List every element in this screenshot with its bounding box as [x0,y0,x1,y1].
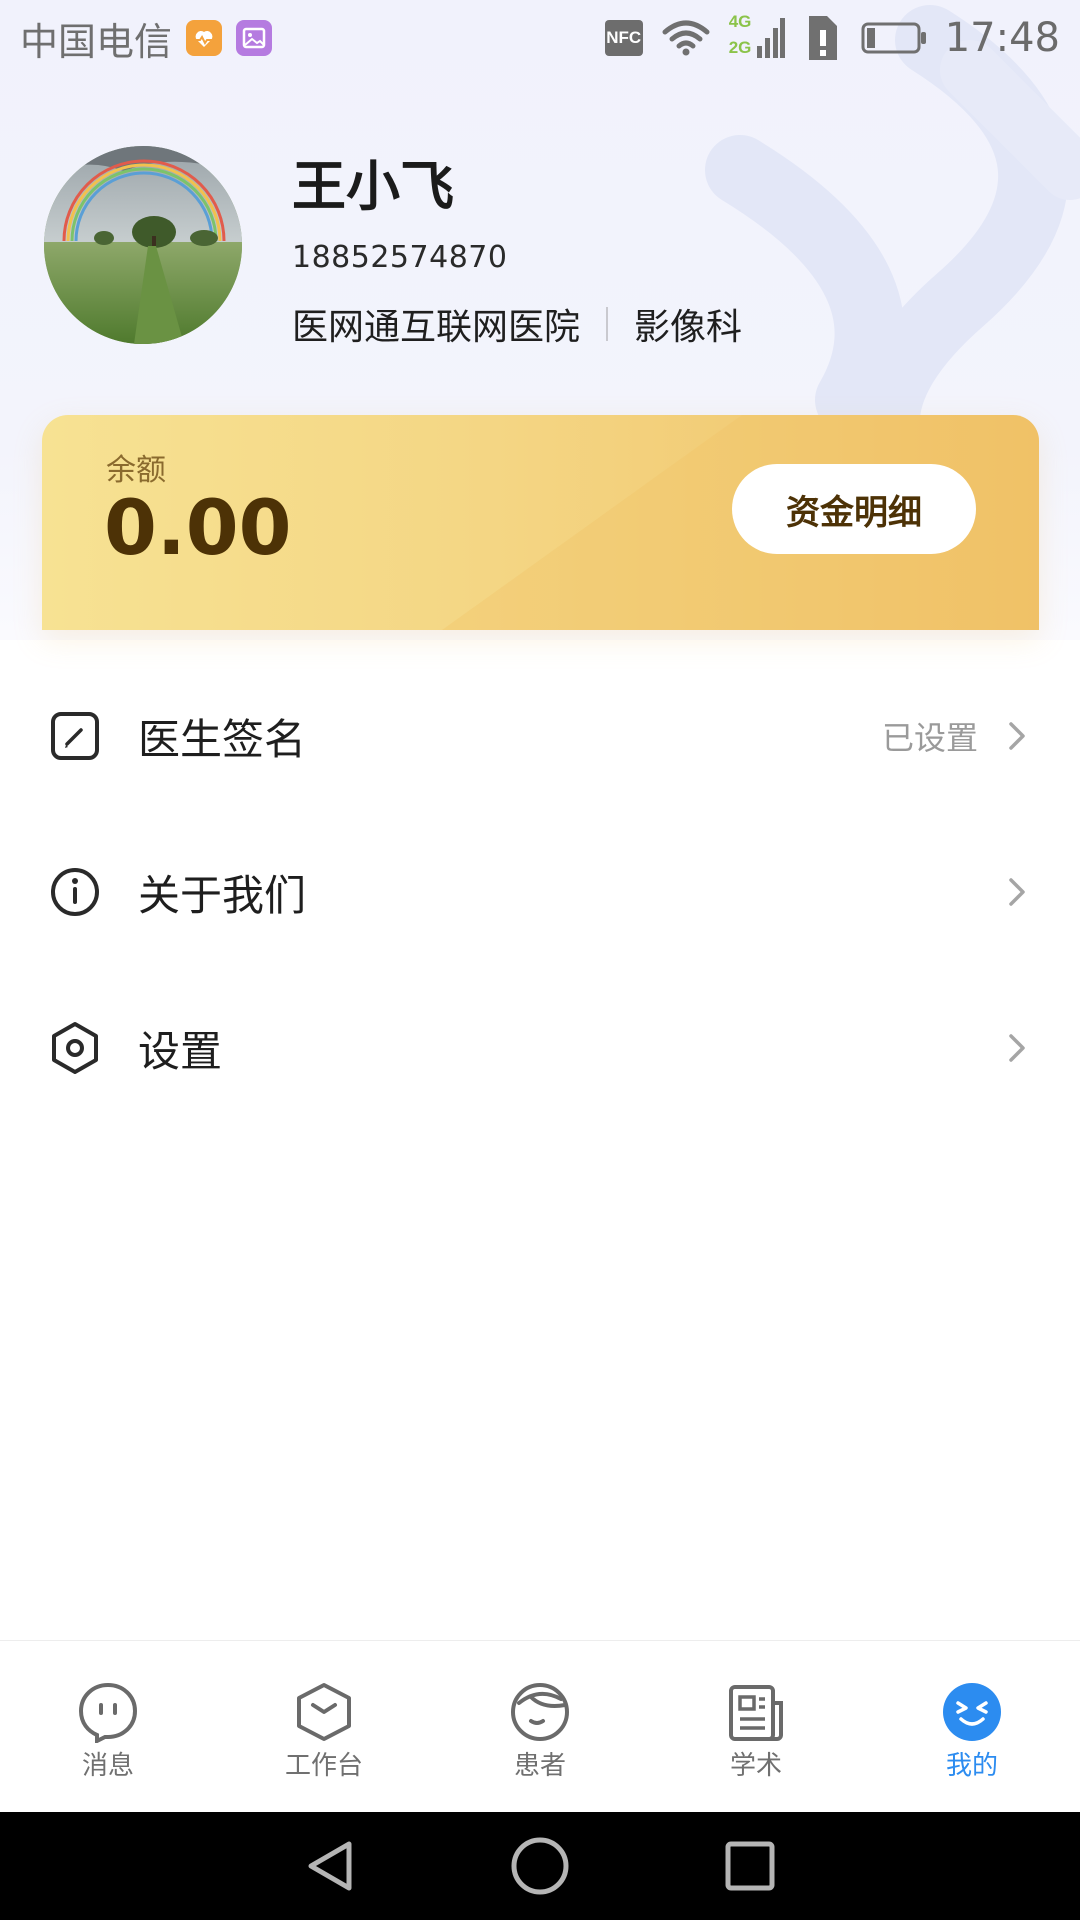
network-type-4g: 4G [728,12,752,31]
balance-value: 0.00 [104,483,292,572]
message-bubble-icon [78,1682,138,1743]
workbench-box-icon [297,1683,351,1741]
menu-item-label: 关于我们 [138,870,307,920]
fund-detail-button[interactable]: 资金明细 [732,464,976,554]
recents-button[interactable] [720,1836,780,1896]
settings-hexagon-icon [48,1021,102,1075]
back-button[interactable] [300,1836,360,1896]
hospital-name: 医网通互联网医院 [292,307,581,348]
nav-label: 学术 [729,1751,782,1781]
user-name: 王小飞 [292,155,454,218]
menu-item-about-us[interactable]: 关于我们 [0,814,1080,970]
nav-tab-academic[interactable]: 学术 [648,1641,864,1812]
home-button[interactable] [510,1836,570,1896]
balance-card: 余额 0.00 资金明细 [42,415,1039,630]
user-phone: 18852574870 [292,240,508,275]
my-profile-icon [943,1683,1001,1741]
patient-face-icon [511,1683,569,1741]
academic-news-icon [729,1685,783,1741]
avatar[interactable] [44,146,242,344]
menu-item-settings[interactable]: 设置 [0,970,1080,1126]
screen: 中国电信 NFC 4G 2G 17:48 王小飞 18852574870 医网通… [0,0,1080,1920]
menu-item-doctor-signature[interactable]: 医生签名 已设置 [0,658,1080,814]
status-bar: 中国电信 NFC 4G 2G 17:48 [0,0,1080,76]
avatar-landscape-image [44,146,242,344]
system-navigation-bar [0,1812,1080,1920]
info-icon [48,865,102,919]
nav-tab-workbench[interactable]: 工作台 [216,1641,432,1812]
chevron-right-icon [1002,874,1032,910]
nav-tab-mine[interactable]: 我的 [864,1641,1080,1812]
nav-label: 工作台 [284,1751,363,1781]
nav-label: 患者 [513,1751,566,1781]
nfc-icon: NFC [604,20,643,56]
signature-icon [48,709,102,763]
user-affiliation: 医网通互联网医院 影像科 [292,298,742,350]
status-icons: NFC 4G 2G 17:48 [604,12,1060,62]
menu-item-value: 已设置 [881,719,978,757]
nav-label: 消息 [81,1751,134,1781]
clock: 17:48 [944,15,1060,61]
carrier-name: 中国电信 [20,19,173,64]
nav-tab-messages[interactable]: 消息 [0,1641,216,1812]
bottom-navigation: 消息 工作台 患者 学术 我的 [0,1640,1080,1812]
chevron-right-icon [1002,1030,1032,1066]
menu-item-label: 设置 [138,1026,223,1076]
battery-icon [861,22,926,54]
signal-icon: 4G 2G [728,12,785,62]
health-app-notification-icon [186,20,223,56]
gallery-app-notification-icon [236,20,273,56]
department-name: 影像科 [634,307,743,348]
wifi-icon [662,20,710,56]
divider [606,307,609,341]
nfc-label: NFC [606,28,642,47]
menu-item-label: 医生签名 [138,714,307,764]
home-circle-icon [511,1837,569,1895]
nav-tab-patients[interactable]: 患者 [432,1641,648,1812]
recents-square-icon [725,1841,775,1891]
chevron-right-icon [1002,718,1032,754]
network-type-2g: 2G [728,38,752,57]
back-triangle-icon [308,1841,352,1891]
nav-label: 我的 [945,1751,998,1781]
sim-alert-icon [808,16,837,60]
